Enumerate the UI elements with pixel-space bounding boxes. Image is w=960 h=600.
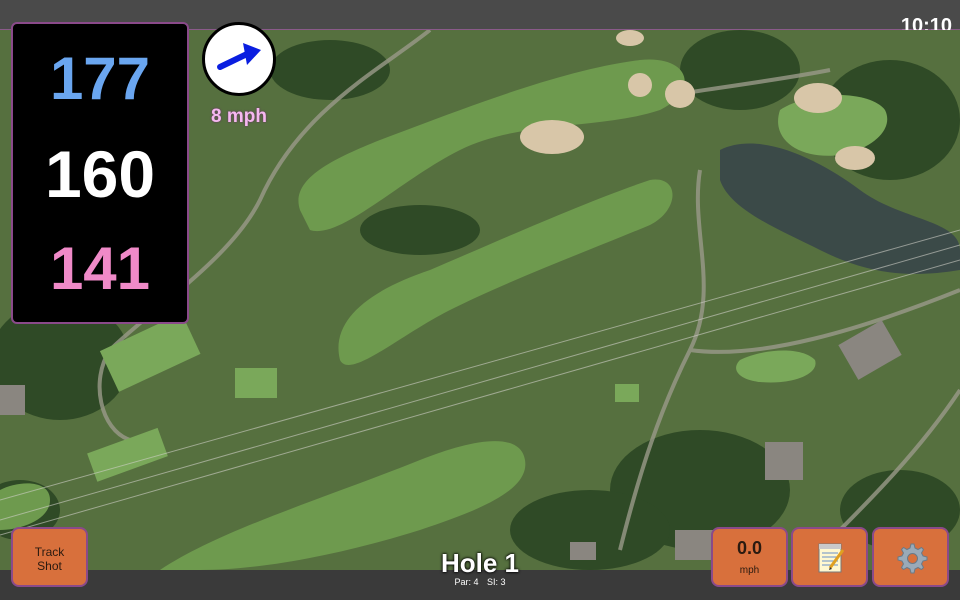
- hole-par: Par: 4: [454, 577, 479, 587]
- distance-center: 160: [44, 137, 156, 211]
- track-shot-button[interactable]: Track Shot: [11, 527, 88, 587]
- wind-arrow-icon: [217, 43, 261, 70]
- speed-unit: mph: [739, 565, 760, 576]
- gear-icon: [897, 543, 927, 574]
- distance-back: 177: [49, 45, 151, 112]
- speed-value: 0.0: [736, 538, 763, 558]
- wind-indicator[interactable]: [202, 22, 276, 96]
- hole-stroke-index: SI: 3: [487, 577, 506, 587]
- notes-button[interactable]: [791, 527, 868, 587]
- track-shot-label-line2: Shot: [37, 559, 62, 573]
- wind-speed-label: 8 mph: [211, 106, 267, 127]
- track-shot-label-line1: Track: [34, 545, 65, 559]
- notepad-icon: [818, 543, 844, 573]
- distance-panel: 177 160 141: [11, 22, 189, 324]
- speed-button[interactable]: 0.0 mph: [711, 527, 788, 587]
- hole-title: Hole 1: [440, 548, 520, 578]
- hole-info: Par: 4 SI: 3: [380, 577, 580, 587]
- distance-front: 141: [49, 235, 151, 302]
- settings-button[interactable]: [872, 527, 949, 587]
